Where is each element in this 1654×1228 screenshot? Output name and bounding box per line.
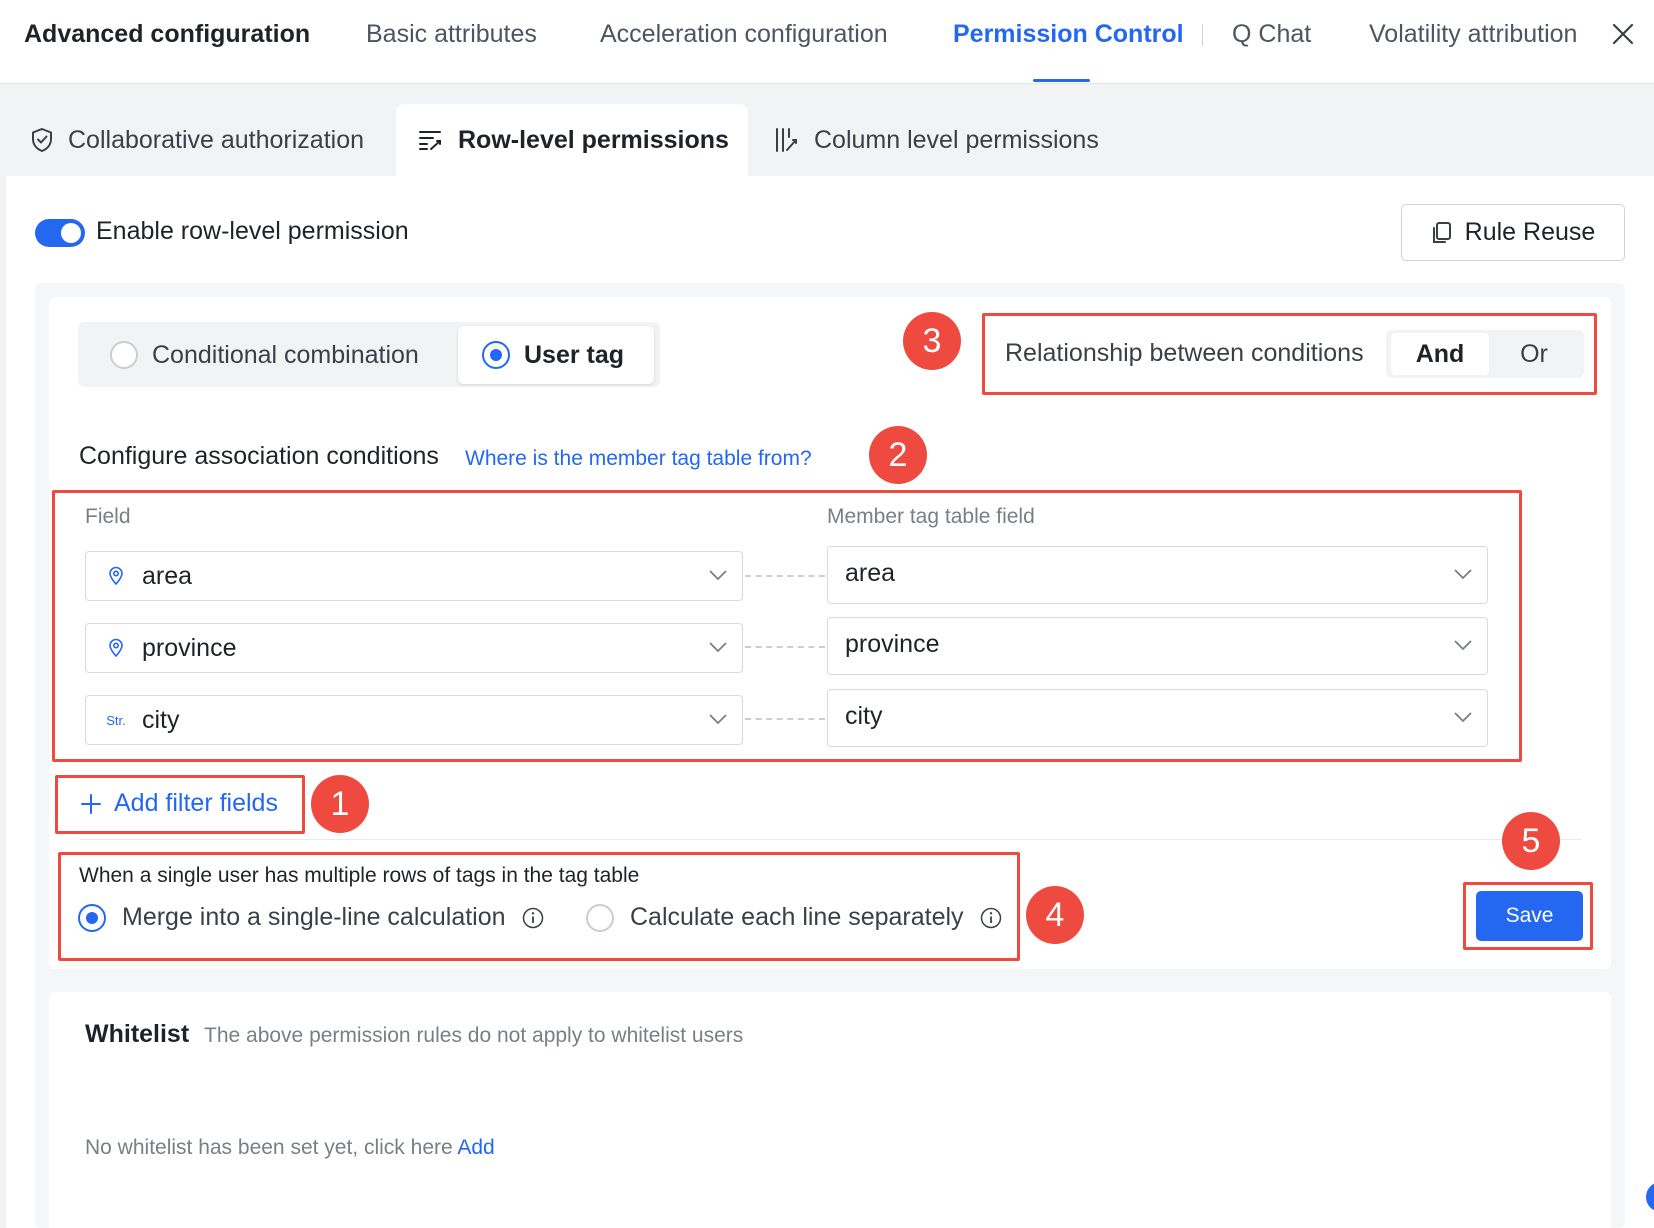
add-filter-fields-button[interactable]: Add filter fields	[80, 789, 278, 818]
chevron-down-icon	[709, 642, 727, 653]
active-tab-indicator	[1033, 79, 1090, 82]
info-icon[interactable]	[522, 907, 544, 929]
relationship-label: Relationship between conditions	[1005, 339, 1364, 367]
subtab-label: Column level permissions	[814, 125, 1099, 154]
member-field-column-header: Member tag table field	[827, 505, 1035, 528]
subtab-collaborative-authorization[interactable]: Collaborative authorization	[30, 104, 364, 176]
field-select-city[interactable]: Str. city	[85, 695, 743, 745]
radio-unchecked-icon	[110, 341, 138, 369]
copy-icon	[1432, 221, 1451, 243]
tab-acceleration-configuration[interactable]: Acceleration configuration	[600, 18, 888, 50]
info-icon[interactable]	[980, 907, 1002, 929]
chevron-down-icon	[1454, 712, 1472, 723]
connector-line	[745, 575, 825, 577]
relationship-and-button[interactable]: And	[1391, 333, 1489, 375]
chevron-down-icon	[1454, 569, 1472, 580]
radio-checked-icon	[482, 341, 510, 369]
section-divider	[80, 839, 1582, 840]
field-value: province	[142, 633, 237, 662]
field-value: city	[142, 705, 180, 734]
subtab-row-level-permissions[interactable]: Row-level permissions	[396, 104, 748, 176]
subtab-label: Row-level permissions	[458, 125, 729, 154]
radio-checked-icon	[78, 903, 106, 932]
add-filter-label: Add filter fields	[114, 789, 278, 817]
member-field-select-province[interactable]: province	[827, 617, 1488, 675]
member-tag-help-link[interactable]: Where is the member tag table from?	[465, 447, 812, 471]
option-label: Calculate each line separately	[630, 903, 964, 931]
member-field-select-area[interactable]: area	[827, 546, 1488, 604]
callout-marker-5: 5	[1502, 812, 1560, 870]
tab-basic-attributes[interactable]: Basic attributes	[366, 18, 537, 50]
tab-q-chat[interactable]: Q Chat	[1232, 18, 1311, 50]
field-select-province[interactable]: province	[85, 623, 743, 673]
merge-single-line-option[interactable]: Merge into a single-line calculation	[78, 903, 544, 932]
plus-icon	[81, 793, 101, 814]
tab-permission-control[interactable]: Permission Control	[953, 18, 1184, 50]
field-value: area	[142, 561, 193, 590]
association-title: Configure association conditions	[79, 442, 439, 470]
tab-separator	[1202, 24, 1203, 46]
connector-line	[745, 646, 825, 648]
relationship-or-button[interactable]: Or	[1487, 333, 1581, 375]
whitelist-description: The above permission rules do not apply …	[204, 1024, 744, 1047]
field-select-area[interactable]: area	[85, 551, 743, 601]
whitelist-empty-message: No whitelist has been set yet, click her…	[85, 1136, 495, 1160]
chevron-down-icon	[709, 714, 727, 725]
callout-marker-3: 3	[903, 312, 961, 370]
field-column-header: Field	[85, 505, 131, 528]
member-field-select-city[interactable]: city	[827, 689, 1488, 747]
subtab-label: Collaborative authorization	[68, 125, 365, 154]
callout-marker-1: 1	[311, 775, 369, 833]
mode-option-label: User tag	[524, 340, 625, 369]
top-tab-bar: Advanced configuration Basic attributes …	[0, 0, 1654, 84]
callout-marker-2: 2	[869, 426, 927, 484]
chevron-down-icon	[1454, 640, 1472, 651]
subtab-column-level-permissions[interactable]: Column level permissions	[774, 104, 1099, 176]
tab-volatility-attribution[interactable]: Volatility attribution	[1369, 18, 1577, 50]
geo-icon	[104, 638, 128, 658]
row-permission-toggle[interactable]	[35, 219, 85, 247]
whitelist-title: Whitelist	[85, 1020, 190, 1048]
toggle-label: Enable row-level permission	[96, 217, 409, 245]
callout-marker-4: 4	[1026, 886, 1084, 944]
row-filter-icon	[419, 131, 441, 150]
string-type-icon: Str.	[106, 712, 126, 728]
chevron-down-icon	[709, 570, 727, 581]
geo-icon	[104, 566, 128, 586]
save-button[interactable]: Save	[1476, 891, 1583, 941]
shield-check-icon	[32, 127, 52, 153]
radio-unchecked-icon	[586, 903, 614, 932]
column-filter-icon	[776, 128, 797, 152]
rule-reuse-label: Rule Reuse	[1464, 218, 1596, 246]
member-field-value: province	[845, 630, 940, 658]
member-field-value: city	[845, 702, 883, 730]
mode-conditional-combination[interactable]: Conditional combination	[110, 326, 419, 384]
tab-advanced-configuration[interactable]: Advanced configuration	[24, 18, 310, 50]
multi-rows-title: When a single user has multiple rows of …	[79, 864, 640, 887]
whitelist-add-link[interactable]: Add	[457, 1136, 494, 1159]
close-icon[interactable]	[1609, 20, 1637, 48]
calculate-separately-option[interactable]: Calculate each line separately	[586, 903, 1002, 932]
whitelist-empty-text: No whitelist has been set yet, click her…	[85, 1136, 453, 1159]
member-field-value: area	[845, 559, 896, 587]
mode-option-label: Conditional combination	[152, 340, 419, 369]
connector-line	[745, 718, 825, 720]
option-label: Merge into a single-line calculation	[122, 903, 506, 931]
mode-user-tag[interactable]: User tag	[458, 326, 655, 384]
rule-reuse-button[interactable]: Rule Reuse	[1401, 204, 1625, 261]
